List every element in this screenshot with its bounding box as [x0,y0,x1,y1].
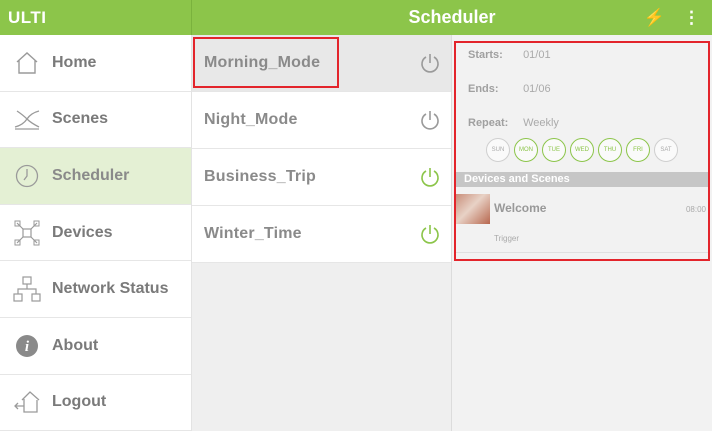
sidebar-item-logout[interactable]: Logout [0,375,191,431]
repeat-value: Weekly [523,117,559,129]
starts-field[interactable]: Starts: 01/01 [468,49,551,61]
sidebar-item-label: Scheduler [52,166,130,184]
info-icon: i [12,331,42,361]
home-icon [12,48,42,78]
sidebar-item-about[interactable]: i About [0,318,191,375]
more-vertical-icon[interactable]: ⋮ [683,8,700,28]
scenes-icon [12,104,42,134]
network-icon [12,274,42,304]
scene-name: Welcome [494,201,547,215]
mode-label: Winter_Time [204,225,302,242]
sidebar-item-label: Logout [52,393,107,411]
mode-item-morning-mode[interactable]: Morning_Mode [192,35,451,92]
ends-label: Ends: [468,83,499,95]
clock-icon [12,161,42,191]
top-bar: ULTI Scheduler ⚡ ⋮ [0,0,712,35]
scene-thumbnail [456,194,490,224]
starts-label: Starts: [468,49,503,61]
scene-list-item[interactable]: Welcome 08:00 Trigger [456,189,708,253]
starts-value: 01/01 [523,49,551,61]
repeat-label: Repeat: [468,117,509,129]
sidebar-item-scheduler[interactable]: Scheduler [0,148,191,205]
scene-trigger: Trigger [494,234,520,243]
mode-label: Morning_Mode [204,54,321,71]
devices-icon [12,218,42,248]
schedule-detail-panel: Starts: 01/01 Ends: 01/06 Repeat: Weekly… [451,35,712,431]
page-header: Scheduler ⚡ ⋮ [192,0,712,35]
day-toggle-sun[interactable]: SUN [486,138,510,162]
mode-label: Business_Trip [204,168,316,185]
day-toggle-fri[interactable]: FRI [626,138,650,162]
sidebar-item-devices[interactable]: Devices [0,205,191,262]
day-toggle-thu[interactable]: THU [598,138,622,162]
day-toggle-sat[interactable]: SAT [654,138,678,162]
sidebar-item-network-status[interactable]: Network Status [0,261,191,318]
sidebar-item-label: Home [52,53,97,71]
lightning-icon[interactable]: ⚡ [644,8,665,28]
ends-value: 01/06 [523,83,551,95]
repeat-field[interactable]: Repeat: Weekly [468,117,559,129]
power-icon[interactable] [419,166,441,188]
section-header: Devices and Scenes [456,172,708,187]
sidebar-item-label: Scenes [52,110,109,128]
scene-time: 08:00 [685,205,706,214]
power-icon[interactable] [419,223,441,245]
ends-field[interactable]: Ends: 01/06 [468,83,551,95]
header-actions: ⚡ ⋮ [644,0,700,35]
page-title: Scheduler [408,7,496,27]
sidebar-item-label: Devices [52,223,113,241]
sidebar-item-home[interactable]: Home [0,35,191,92]
day-toggle-tue[interactable]: TUE [542,138,566,162]
mode-item-night-mode[interactable]: Night_Mode [192,92,451,149]
sidebar-item-scenes[interactable]: Scenes [0,92,191,149]
weekday-selector: SUN MON TUE WED THU FRI SAT [486,138,678,162]
app-header: ULTI [0,0,192,35]
app-title: ULTI [8,7,47,27]
sidebar-item-label: Network Status [52,280,169,298]
mode-item-business-trip[interactable]: Business_Trip [192,149,451,206]
mode-list: Morning_Mode Night_Mode Business_Trip Wi… [192,35,451,431]
day-toggle-mon[interactable]: MON [514,138,538,162]
mode-label: Night_Mode [204,111,298,128]
logout-icon [12,387,42,417]
power-icon[interactable] [419,52,441,74]
sidebar-item-label: About [52,336,99,354]
day-toggle-wed[interactable]: WED [570,138,594,162]
sidebar: Home Scenes Scheduler Devices Network St… [0,35,192,431]
schedule-detail-highlight: Starts: 01/01 Ends: 01/06 Repeat: Weekly… [454,41,710,261]
power-icon[interactable] [419,109,441,131]
mode-item-winter-time[interactable]: Winter_Time [192,206,451,263]
